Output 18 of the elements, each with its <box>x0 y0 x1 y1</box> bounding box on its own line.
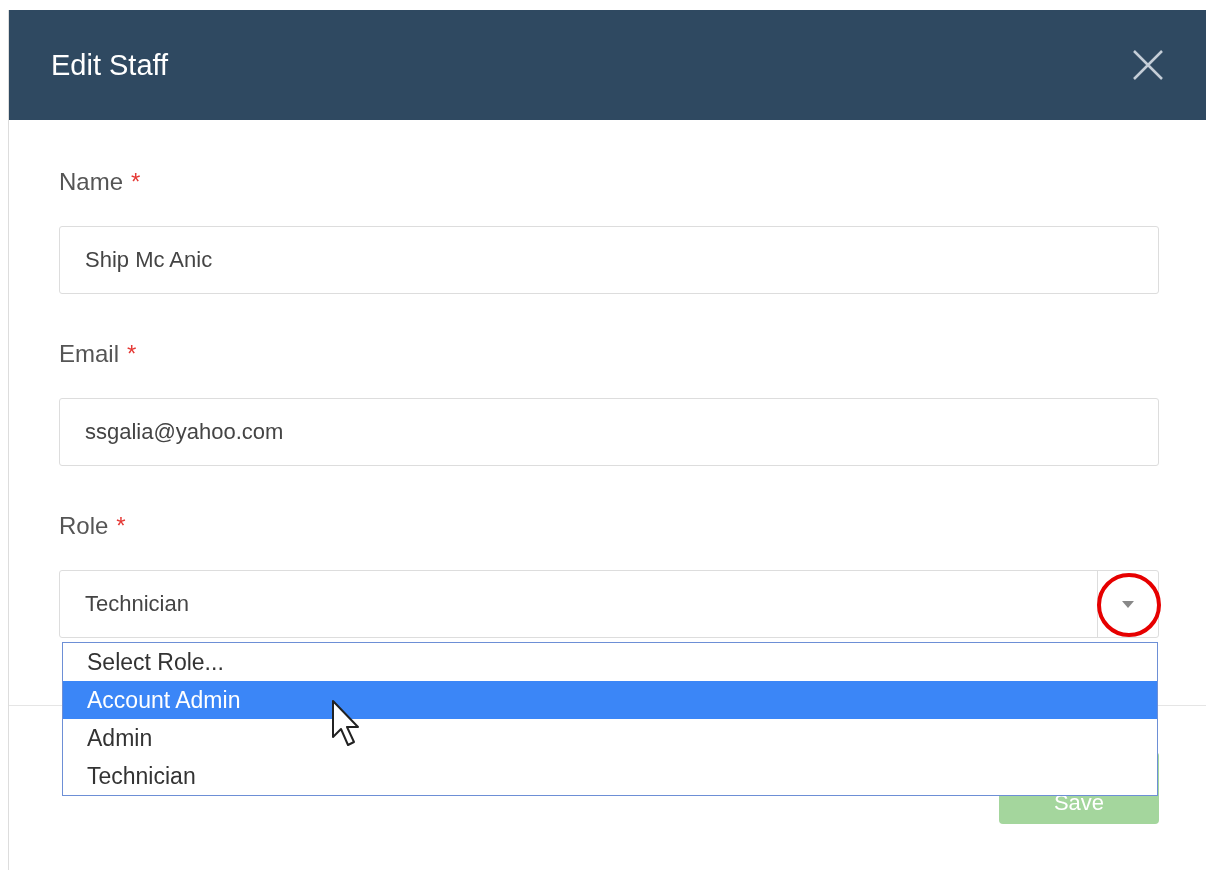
dropdown-option[interactable]: Select Role... <box>63 643 1157 681</box>
field-label: Email <box>59 340 119 368</box>
field-label: Name <box>59 168 124 196</box>
required-asterisk: * <box>131 168 141 196</box>
highlight-circle <box>1096 572 1162 638</box>
input-field[interactable]: ssgalia@yahoo.com <box>59 398 1159 466</box>
required-asterisk: * <box>127 340 137 368</box>
dropdown-option[interactable]: Technician <box>63 757 1157 795</box>
select-field[interactable]: Technician <box>59 570 1159 638</box>
dropdown-option[interactable]: Account Admin <box>63 681 1157 719</box>
input-field[interactable]: Ship Mc Anic <box>59 226 1159 294</box>
required-asterisk: * <box>116 512 126 540</box>
dropdown-option[interactable]: Admin <box>63 719 1157 757</box>
field-label: Role <box>59 512 109 540</box>
mouse-pointer-icon <box>331 699 361 749</box>
caret-icon <box>1122 600 1134 608</box>
close-icon[interactable] <box>1132 49 1164 81</box>
window-title: Edit Staff <box>51 48 169 82</box>
